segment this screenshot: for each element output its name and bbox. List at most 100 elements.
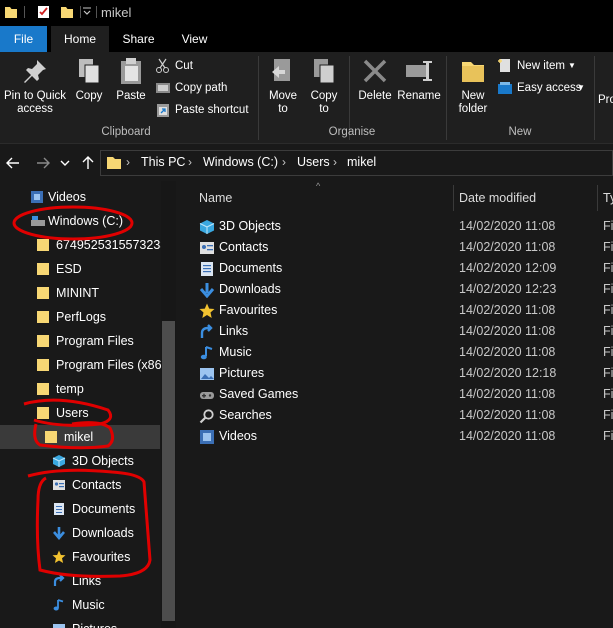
nav-item-label: 67495253155732332 [56, 238, 175, 252]
column-header-date-modified[interactable]: Date modified [459, 181, 536, 211]
nav-item-program-files[interactable]: Program Files [0, 329, 160, 353]
videos-icon [200, 430, 214, 444]
nav-item-mikel[interactable]: mikel [0, 425, 160, 449]
file-name: Contacts [219, 240, 269, 254]
file-row-music[interactable]: Music 14/02/2020 11:08 Fi [176, 342, 613, 363]
easy-access-button[interactable]: Easy access ▼ [497, 78, 593, 98]
group-separator [594, 56, 595, 140]
pin-to-quick-access-button[interactable]: Pin to Quick access [2, 56, 68, 116]
file-row-favourites[interactable]: Favourites 14/02/2020 11:08 Fi [176, 300, 613, 321]
up-button[interactable] [79, 153, 97, 173]
nav-item-label: PerfLogs [56, 310, 107, 324]
easy-access-label: Easy access [517, 82, 582, 94]
3d-objects-icon [199, 220, 215, 234]
paste-button[interactable]: Paste [112, 56, 150, 103]
customize-quick-access-icon[interactable] [82, 7, 92, 17]
file-list: ^ Name Date modified Ty 3D Objects 14/02… [176, 181, 613, 628]
tab-share[interactable]: Share [111, 26, 166, 52]
nav-item-links[interactable]: Links [0, 569, 160, 593]
file-name: Saved Games [219, 387, 299, 401]
nav-item-documents[interactable]: Documents [0, 497, 160, 521]
music-icon [200, 346, 213, 360]
nav-item-folder[interactable]: 67495253155732332 [0, 233, 174, 257]
file-name: Documents [219, 261, 283, 275]
file-type: Fi [603, 429, 613, 443]
nav-item-contacts[interactable]: Contacts [0, 473, 160, 497]
new-item-icon [498, 59, 510, 72]
contacts-icon [200, 242, 214, 254]
move-to-button[interactable]: Move to [264, 56, 302, 116]
properties-button[interactable]: Pro [598, 94, 613, 107]
tab-file[interactable]: File [0, 26, 47, 52]
downloads-icon [53, 527, 65, 540]
nav-item-program-files-x86[interactable]: Program Files (x86) [0, 353, 166, 377]
breadcrumb-mikel[interactable]: mikel [347, 155, 376, 169]
column-header-type[interactable]: Ty [603, 181, 613, 211]
nav-item-videos[interactable]: Videos [0, 185, 160, 209]
tab-home[interactable]: Home [51, 26, 109, 52]
file-type: Fi [603, 345, 613, 359]
folder-icon [37, 263, 49, 275]
folder-icon [37, 311, 49, 323]
file-row-contacts[interactable]: Contacts 14/02/2020 11:08 Fi [176, 237, 613, 258]
new-item-label: New item [517, 60, 565, 72]
file-row-documents[interactable]: Documents 14/02/2020 12:09 Fi [176, 258, 613, 279]
file-row-pictures[interactable]: Pictures 14/02/2020 12:18 Fi [176, 363, 613, 384]
chevron-down-icon: ▼ [568, 61, 576, 70]
copy-button[interactable]: Copy [71, 56, 107, 103]
cut-button[interactable]: Cut [155, 56, 255, 76]
breadcrumb-windows-c[interactable]: Windows (C:) [203, 155, 278, 169]
file-name: Videos [219, 429, 257, 443]
file-row-saved-games[interactable]: Saved Games 14/02/2020 11:08 Fi [176, 384, 613, 405]
nav-item-perflogs[interactable]: PerfLogs [0, 305, 160, 329]
file-row-3d-objects[interactable]: 3D Objects 14/02/2020 11:08 Fi [176, 216, 613, 237]
back-button[interactable] [4, 153, 22, 173]
nav-item-pictures[interactable]: Pictures [0, 617, 160, 628]
file-row-links[interactable]: Links 14/02/2020 11:08 Fi [176, 321, 613, 342]
nav-item-label: 3D Objects [72, 454, 134, 468]
pin-icon [24, 60, 46, 83]
move-to-label-line2: to [278, 103, 288, 115]
column-divider[interactable] [453, 185, 454, 211]
delete-icon [363, 59, 387, 83]
recent-locations-button[interactable] [58, 153, 72, 173]
tab-view[interactable]: View [167, 26, 222, 52]
title-separator [96, 6, 97, 18]
new-folder-label-line2: folder [458, 103, 488, 115]
copy-to-button[interactable]: Copy to [306, 56, 342, 116]
folder-icon [5, 7, 17, 18]
nav-item-temp[interactable]: temp [0, 377, 160, 401]
nav-item-favourites[interactable]: Favourites [0, 545, 160, 569]
new-folder-button[interactable]: New folder [452, 56, 494, 116]
file-row-downloads[interactable]: Downloads 14/02/2020 12:23 Fi [176, 279, 613, 300]
rename-button[interactable]: Rename [397, 56, 441, 103]
nav-item-windows-c[interactable]: Windows (C:) [0, 209, 160, 233]
nav-item-downloads[interactable]: Downloads [0, 521, 160, 545]
file-row-searches[interactable]: Searches 14/02/2020 11:08 Fi [176, 405, 613, 426]
breadcrumb-this-pc[interactable]: This PC [141, 155, 185, 169]
column-divider[interactable] [597, 185, 598, 211]
copy-label: Copy [75, 90, 103, 102]
nav-scrollbar-thumb[interactable] [162, 321, 175, 621]
file-row-videos[interactable]: Videos 14/02/2020 11:08 Fi [176, 426, 613, 447]
nav-item-minint[interactable]: MININT [0, 281, 160, 305]
breadcrumb-users[interactable]: Users [297, 155, 330, 169]
nav-item-3d-objects[interactable]: 3D Objects [0, 449, 160, 473]
ribbon-tabs: File Home Share View [0, 26, 613, 52]
nav-item-label: Music [72, 598, 105, 612]
new-item-button[interactable]: New item ▼ [497, 56, 593, 76]
paste-shortcut-button[interactable]: Paste shortcut [155, 100, 255, 120]
title-bar: mikel [0, 0, 613, 26]
nav-item-users[interactable]: Users [0, 401, 160, 425]
file-type: Fi [603, 261, 613, 275]
nav-item-music[interactable]: Music [0, 593, 160, 617]
address-bar[interactable]: › This PC › Windows (C:) › Users › mikel [100, 150, 613, 176]
nav-item-esd[interactable]: ESD [0, 257, 160, 281]
copy-path-button[interactable]: Copy path [155, 78, 255, 98]
properties-quick-icon[interactable] [37, 5, 51, 19]
forward-button[interactable] [34, 153, 52, 173]
column-header-name[interactable]: Name [199, 181, 232, 211]
new-folder-quick-icon[interactable] [60, 5, 74, 19]
file-date: 14/02/2020 11:08 [459, 240, 556, 254]
delete-button[interactable]: Delete [354, 56, 396, 103]
